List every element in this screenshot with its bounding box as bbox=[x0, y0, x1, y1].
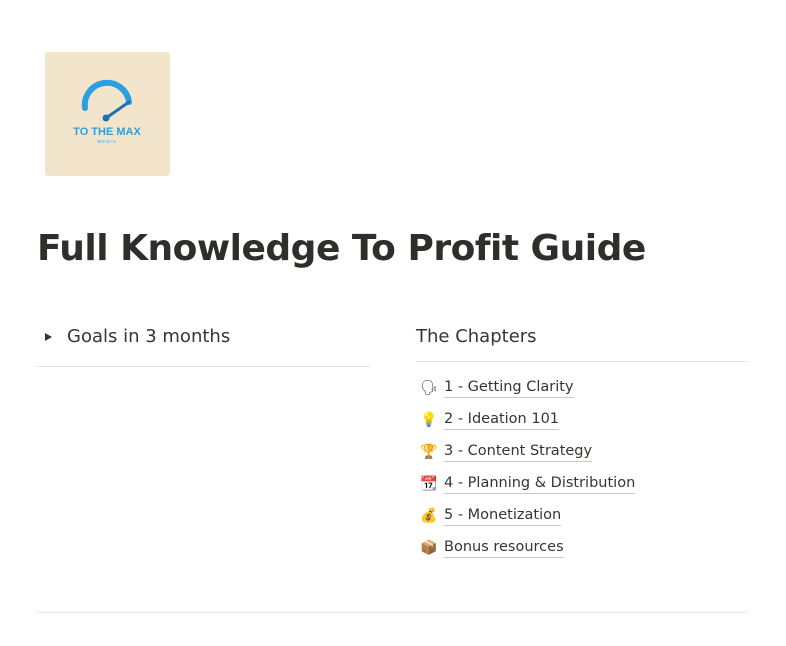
bottom-divider bbox=[37, 612, 747, 613]
chapter-item[interactable]: 📆 4 - Planning & Distribution bbox=[416, 468, 636, 500]
chapters-divider bbox=[416, 361, 747, 362]
logo-subtext: MEDIA bbox=[97, 139, 116, 144]
chapter-list: 🗣 1 - Getting Clarity 💡 2 - Ideation 101… bbox=[416, 372, 636, 564]
chapters-heading: The Chapters bbox=[416, 326, 537, 347]
goals-toggle-block[interactable]: Goals in 3 months bbox=[37, 320, 370, 367]
logo-text: TO THE MAX bbox=[73, 126, 141, 138]
page-cover-logo: TO THE MAX MEDIA bbox=[45, 52, 170, 176]
package-icon: 📦 bbox=[420, 540, 438, 556]
chapter-link-bonus-resources[interactable]: Bonus resources bbox=[444, 538, 564, 558]
money-bag-icon: 💰 bbox=[420, 508, 438, 524]
chapter-link-ideation[interactable]: 2 - Ideation 101 bbox=[444, 410, 560, 430]
chapter-item[interactable]: 💰 5 - Monetization bbox=[416, 500, 635, 532]
chapter-link-planning-distribution[interactable]: 4 - Planning & Distribution bbox=[444, 474, 636, 494]
trophy-icon: 🏆 bbox=[420, 444, 438, 460]
speedometer-logo-icon: TO THE MAX MEDIA bbox=[73, 79, 141, 144]
light-bulb-icon: 💡 bbox=[420, 412, 438, 428]
toggle-label[interactable]: Goals in 3 months bbox=[67, 326, 230, 347]
page-title: Full Knowledge To Profit Guide bbox=[37, 228, 646, 269]
chapter-item[interactable]: 🗣 1 - Getting Clarity bbox=[416, 372, 635, 404]
calendar-icon: 📆 bbox=[420, 476, 438, 492]
speaking-head-icon: 🗣 bbox=[420, 380, 438, 396]
chapter-link-getting-clarity[interactable]: 1 - Getting Clarity bbox=[444, 378, 574, 398]
chapter-link-content-strategy[interactable]: 3 - Content Strategy bbox=[444, 442, 593, 462]
chapter-link-monetization[interactable]: 5 - Monetization bbox=[444, 506, 562, 526]
triangle-right-icon[interactable] bbox=[45, 333, 52, 341]
chapter-item[interactable]: 📦 Bonus resources bbox=[416, 532, 635, 564]
chapter-item[interactable]: 🏆 3 - Content Strategy bbox=[416, 436, 635, 468]
chapter-item[interactable]: 💡 2 - Ideation 101 bbox=[416, 404, 635, 436]
